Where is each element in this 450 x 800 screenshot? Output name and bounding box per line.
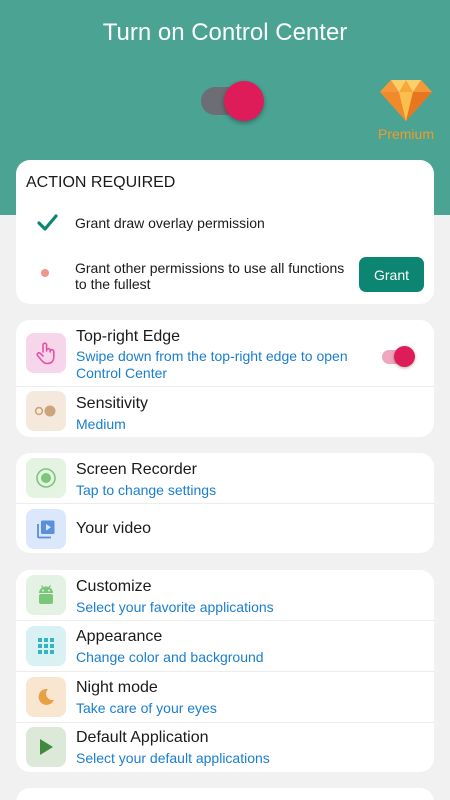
next-card — [16, 788, 434, 800]
permission-text: Grant draw overlay permission — [75, 215, 265, 231]
default-application-row[interactable]: Default Application Select your default … — [16, 723, 434, 772]
row-subtitle: Select your favorite applications — [76, 599, 274, 615]
row-title: Sensitivity — [76, 395, 149, 412]
row-subtitle: Change color and background — [76, 649, 264, 665]
row-subtitle: Select your default applications — [76, 750, 270, 766]
action-required-title: ACTION REQUIRED — [26, 174, 176, 191]
appearance-row[interactable]: Appearance Change color and background — [16, 621, 434, 671]
night-mode-row[interactable]: Night mode Take care of your eyes — [16, 672, 434, 722]
row-subtitle: Take care of your eyes — [76, 700, 217, 716]
premium-button[interactable]: Premium — [374, 78, 438, 142]
grant-button[interactable]: Grant — [359, 257, 424, 292]
top-right-edge-toggle[interactable] — [380, 344, 416, 368]
record-icon — [26, 458, 66, 498]
premium-label: Premium — [377, 126, 434, 142]
hand-pointer-icon — [26, 333, 66, 373]
check-icon — [36, 212, 58, 239]
sensitivity-row[interactable]: Sensitivity Medium — [16, 387, 434, 437]
diamond-icon — [374, 78, 438, 122]
row-subtitle: Tap to change settings — [76, 482, 217, 498]
customize-row[interactable]: Customize Select your favorite applicati… — [16, 570, 434, 620]
android-icon — [26, 575, 66, 615]
control-center-toggle[interactable] — [199, 80, 267, 124]
toggle-thumb — [224, 81, 264, 121]
your-video-row[interactable]: Your video — [16, 504, 434, 553]
moon-icon — [26, 677, 66, 717]
video-library-icon — [26, 509, 66, 549]
row-title: Appearance — [76, 628, 163, 645]
grid-icon — [26, 626, 66, 666]
pending-dot-icon — [40, 265, 50, 283]
toggle-dots-icon — [26, 391, 66, 431]
row-title: Top-right Edge — [76, 328, 181, 345]
top-right-edge-row[interactable]: Top-right Edge Swipe down from the top-r… — [16, 320, 434, 386]
row-title: Customize — [76, 578, 152, 595]
row-title: Default Application — [76, 729, 209, 746]
recorder-card: Screen Recorder Tap to change settings Y… — [16, 453, 434, 553]
play-icon — [26, 727, 66, 767]
row-title: Screen Recorder — [76, 461, 197, 478]
permission-item-overlay: Grant draw overlay permission — [16, 212, 434, 240]
page-title: Turn on Control Center — [102, 19, 348, 46]
row-subtitle: Swipe down from the top-right edge to op… — [76, 348, 348, 381]
row-title: Your video — [76, 520, 152, 537]
action-required-card: ACTION REQUIRED Grant draw overlay permi… — [16, 160, 434, 304]
row-subtitle: Medium — [76, 416, 126, 432]
toggle-thumb — [394, 346, 415, 367]
edge-card: Top-right Edge Swipe down from the top-r… — [16, 320, 434, 437]
screen-recorder-row[interactable]: Screen Recorder Tap to change settings — [16, 453, 434, 503]
row-title: Night mode — [76, 679, 158, 696]
permission-text: Grant other permissions to use all funct… — [75, 260, 345, 292]
settings-card: Customize Select your favorite applicati… — [16, 570, 434, 772]
